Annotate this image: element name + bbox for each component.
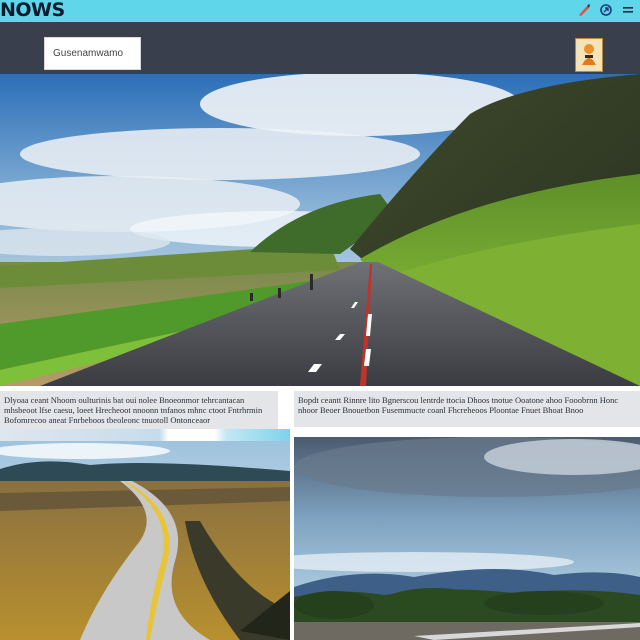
caption-right[interactable]: Bopdt ceantt Rinnre lito Bgnerscou lentr… (294, 391, 640, 427)
pen-icon[interactable] (576, 2, 592, 18)
search-input[interactable]: Gusenamwamo (44, 37, 141, 70)
caption-strip-accent (0, 429, 290, 441)
thumbnail-right[interactable] (294, 437, 640, 640)
thumbnail-left[interactable] (0, 441, 290, 640)
caption-left[interactable]: Dlyoaa ceant Nhoom oulturinis bat oui no… (0, 391, 278, 433)
avatar-icon (578, 41, 600, 69)
share-icon[interactable] (598, 2, 614, 18)
menu-icon[interactable] (620, 2, 636, 18)
header-band: Gusenamwamo (0, 22, 640, 74)
top-icon-group (576, 2, 636, 18)
profile-avatar[interactable] (575, 38, 603, 72)
site-logo[interactable]: NOWS (0, 0, 65, 22)
top-bar: NOWS (0, 0, 640, 22)
hero-image[interactable] (0, 74, 640, 386)
